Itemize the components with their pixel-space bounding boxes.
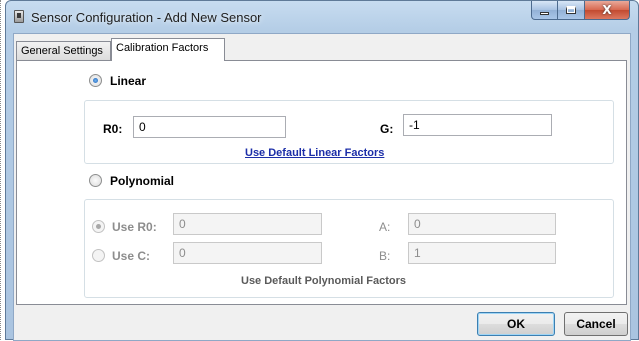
linear-label: Linear [110, 74, 147, 88]
polynomial-label: Polynomial [110, 174, 175, 188]
tab-general-settings[interactable]: General Settings [16, 41, 111, 60]
dialog-window: Sensor Configuration - Add New Sensor X … [5, 0, 639, 341]
r0-label: R0: [103, 122, 123, 136]
title-bar[interactable]: Sensor Configuration - Add New Sensor X [6, 1, 638, 33]
dialog-client-area: General Settings Calibration Factors Lin… [13, 33, 631, 341]
use-r0-label: Use R0: [112, 220, 157, 234]
calibration-factors-panel: Linear R0: G: Use Default Linear Factors… [16, 60, 627, 305]
minimize-icon [540, 11, 549, 15]
polynomial-factors-group: Use R0: A: Use C: B: Use Default Polynom… [84, 199, 614, 298]
r0-input[interactable] [133, 116, 286, 138]
use-r0-input[interactable] [173, 213, 322, 235]
a-label: A: [379, 220, 391, 234]
close-icon: X [602, 3, 612, 17]
close-button[interactable]: X [585, 1, 630, 20]
use-r0-radio[interactable] [92, 220, 105, 233]
tab-calibration-factors[interactable]: Calibration Factors [111, 38, 225, 61]
linear-radio[interactable] [89, 74, 102, 87]
polynomial-radio[interactable] [89, 174, 102, 187]
window-title: Sensor Configuration - Add New Sensor [31, 10, 262, 25]
use-c-input[interactable] [173, 242, 322, 264]
use-default-linear-link[interactable]: Use Default Linear Factors [245, 147, 384, 159]
dotted-edge [0, 0, 4, 340]
use-c-label: Use C: [112, 249, 151, 263]
b-label: B: [379, 249, 391, 263]
maximize-button[interactable] [558, 1, 585, 20]
caption-buttons: X [531, 1, 630, 21]
linear-factors-group: R0: G: Use Default Linear Factors [84, 100, 614, 164]
device-icon [14, 10, 24, 23]
cancel-button[interactable]: Cancel [564, 312, 628, 336]
g-input[interactable] [403, 114, 552, 136]
use-default-polynomial-link[interactable]: Use Default Polynomial Factors [241, 275, 406, 287]
g-label: G: [380, 122, 394, 136]
a-input[interactable] [408, 213, 556, 235]
ok-button[interactable]: OK [477, 312, 555, 336]
b-input[interactable] [408, 242, 556, 264]
maximize-icon [566, 6, 576, 14]
minimize-button[interactable] [531, 1, 558, 20]
use-c-radio[interactable] [92, 249, 105, 262]
